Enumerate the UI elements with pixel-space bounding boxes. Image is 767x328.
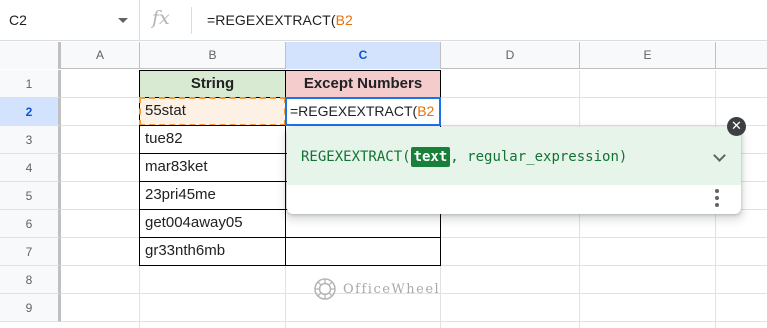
function-signature: REGEXEXTRACT(text, regular_expression) bbox=[301, 147, 628, 167]
cell-b2[interactable]: 55stat bbox=[139, 97, 286, 126]
row-header-5[interactable]: 5 bbox=[0, 182, 61, 210]
row-header-3[interactable]: 3 bbox=[0, 126, 61, 154]
row-header-4[interactable]: 4 bbox=[0, 154, 61, 182]
close-icon[interactable]: ✕ bbox=[727, 117, 746, 136]
watermark-text: OfficeWheel bbox=[343, 281, 441, 297]
column-header-c[interactable]: C bbox=[286, 42, 441, 69]
row-header-6[interactable]: 6 bbox=[0, 210, 61, 238]
fx-icon: fx bbox=[152, 7, 170, 29]
select-all-corner[interactable] bbox=[0, 42, 61, 69]
dropdown-caret-icon[interactable] bbox=[118, 18, 128, 23]
cell-c2-active-editor[interactable]: =REGEXEXTRACT(B2 bbox=[285, 97, 441, 126]
row-header-9[interactable]: 9 bbox=[0, 294, 61, 322]
row-header-7[interactable]: 7 bbox=[0, 238, 61, 266]
column-header-bar: A B C D E bbox=[0, 42, 767, 69]
column-header-e[interactable]: E bbox=[580, 42, 716, 69]
cell-b3[interactable]: tue82 bbox=[139, 125, 286, 154]
more-vert-icon[interactable] bbox=[715, 189, 719, 207]
grid-line bbox=[61, 321, 767, 322]
remaining-arguments: , regular_expression) bbox=[450, 149, 628, 165]
cell-c7[interactable] bbox=[285, 237, 441, 266]
function-help-popup: REGEXEXTRACT(text, regular_expression) bbox=[287, 127, 741, 214]
formula-separator bbox=[191, 7, 192, 34]
active-formula-prefix: =REGEXEXTRACT( bbox=[290, 103, 418, 119]
cell-c1-header[interactable]: Except Numbers bbox=[285, 70, 441, 98]
row-header-1[interactable]: 1 bbox=[0, 70, 61, 98]
row-header-8[interactable]: 8 bbox=[0, 266, 61, 294]
function-name: REGEXEXTRACT( bbox=[301, 149, 411, 165]
column-header-a[interactable]: A bbox=[61, 42, 140, 69]
name-box-ref: C2 bbox=[9, 12, 27, 28]
cell-b4[interactable]: mar83ket bbox=[139, 153, 286, 182]
cell-b5[interactable]: 23pri45me bbox=[139, 181, 286, 210]
watermark: OfficeWheel bbox=[313, 275, 440, 303]
column-header-d[interactable]: D bbox=[441, 42, 580, 69]
formula-prefix: =REGEXEXTRACT( bbox=[207, 12, 336, 28]
name-box[interactable]: C2 bbox=[0, 0, 140, 41]
cell-b1-header[interactable]: String bbox=[139, 70, 286, 98]
active-argument: text bbox=[410, 147, 451, 167]
officewheel-logo-icon bbox=[314, 278, 336, 300]
cell-b6[interactable]: get004away05 bbox=[139, 209, 286, 238]
row-header-2[interactable]: 2 bbox=[0, 98, 61, 126]
formula-bar: C2 fx =REGEXEXTRACT(B2 bbox=[0, 0, 767, 41]
formula-ref: B2 bbox=[335, 12, 353, 28]
cell-b7[interactable]: gr33nth6mb bbox=[139, 237, 286, 266]
formula-input[interactable]: =REGEXEXTRACT(B2 bbox=[207, 12, 353, 28]
active-formula-ref: B2 bbox=[417, 103, 435, 119]
chevron-down-icon[interactable] bbox=[713, 149, 726, 162]
column-header-b[interactable]: B bbox=[140, 42, 286, 69]
function-signature-row[interactable]: REGEXEXTRACT(text, regular_expression) bbox=[287, 127, 741, 185]
